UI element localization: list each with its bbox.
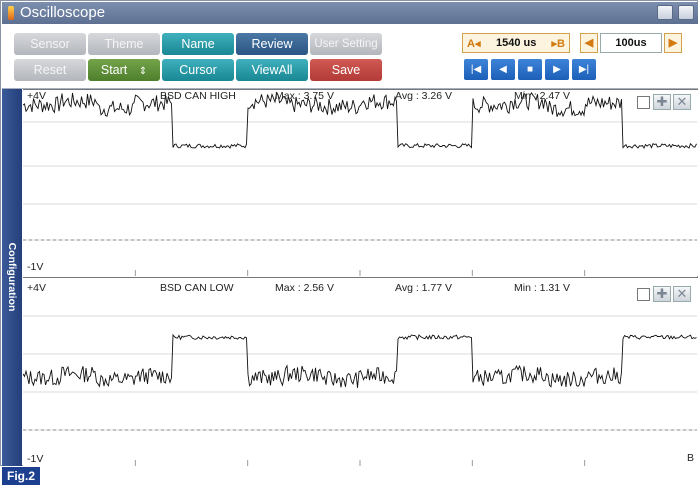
viewall-button[interactable]: ViewAll	[236, 59, 308, 81]
review-button[interactable]: Review	[236, 33, 308, 55]
channel-select-checkbox[interactable]	[637, 96, 650, 109]
theme-button[interactable]: Theme	[88, 33, 160, 55]
next-frame-button[interactable]: ▶	[545, 59, 569, 80]
can-high-waveform	[23, 92, 697, 149]
start-button[interactable]: Start ⇕	[88, 59, 160, 81]
min-readout: Min : 2.47 V	[514, 90, 571, 102]
add-icon[interactable]: ✚	[653, 286, 671, 302]
toolbar: Sensor Theme Name Review User Setting Re…	[2, 24, 698, 89]
figure-label: Fig.2	[2, 467, 40, 485]
cursor-button[interactable]: Cursor	[162, 59, 234, 81]
user-setting-button[interactable]: User Setting	[310, 33, 382, 55]
avg-readout: Avg : 3.26 V	[395, 90, 453, 102]
top-scale-label: +4V	[27, 282, 46, 294]
name-button[interactable]: Name	[162, 33, 234, 55]
stop-button[interactable]: ■	[518, 59, 542, 80]
time-ticks	[134, 270, 586, 276]
channel-select-checkbox[interactable]	[637, 288, 650, 301]
channel-panel-low[interactable]: +4V -1V BSD CAN LOW Max : 2.56 V Avg : 1…	[23, 277, 698, 466]
bottom-scale-label: -1V	[27, 261, 44, 273]
channel-name: BSD CAN HIGH	[160, 90, 236, 102]
window-title: Oscilloscope	[20, 4, 106, 21]
channel-panel-high[interactable]: +4V -1V BSD CAN HIGH Max : 3.75 V Avg : …	[23, 89, 698, 276]
save-button[interactable]: Save	[310, 59, 382, 81]
timebase-increase-button[interactable]: ▶	[664, 33, 682, 53]
max-readout: Max : 2.56 V	[275, 282, 334, 294]
timebase-field[interactable]: 100us	[600, 33, 662, 53]
grid	[23, 121, 697, 241]
configuration-sidebar[interactable]: Configuration	[2, 89, 22, 466]
add-icon[interactable]: ✚	[653, 94, 671, 110]
restore-icon[interactable]	[657, 5, 673, 20]
timebase-decrease-button[interactable]: ◀	[580, 33, 598, 53]
can-low-waveform	[23, 333, 697, 388]
oscilloscope-window: Oscilloscope Sensor Theme Name Review Us…	[0, 0, 698, 466]
title-bar: Oscilloscope	[2, 2, 698, 24]
last-frame-button[interactable]: ▶|	[572, 59, 596, 80]
cursor-a-label: A◂	[467, 38, 481, 50]
min-readout: Min : 1.31 V	[514, 282, 571, 294]
sensor-button[interactable]: Sensor	[14, 33, 86, 55]
bottom-scale-label: -1V	[27, 453, 44, 465]
menu-icon[interactable]	[678, 5, 694, 20]
top-scale-label: +4V	[27, 90, 46, 102]
app-icon	[8, 6, 14, 20]
cursor-time-field[interactable]: A◂ 1540 us ▸B	[462, 33, 570, 53]
reset-button[interactable]: Reset	[14, 59, 86, 81]
configuration-label: Configuration	[6, 242, 18, 312]
time-ticks	[134, 460, 586, 466]
first-frame-button[interactable]: |◀	[464, 59, 488, 80]
cursor-b-marker: B	[687, 452, 695, 464]
max-readout: Max : 3.75 V	[275, 90, 334, 102]
close-icon[interactable]: ✕	[673, 286, 691, 302]
channel-high-plot	[23, 92, 697, 276]
grid	[23, 315, 697, 431]
avg-readout: Avg : 1.77 V	[395, 282, 453, 294]
channel-name: BSD CAN LOW	[160, 282, 234, 294]
close-icon[interactable]: ✕	[673, 94, 691, 110]
previous-frame-button[interactable]: ◀	[491, 59, 515, 80]
start-arrows-icon: ⇕	[138, 66, 148, 77]
start-label: Start	[100, 63, 128, 77]
cursor-b-label: ▸B	[551, 38, 565, 50]
cursor-time-value: 1540 us	[496, 37, 537, 49]
channel-low-plot	[23, 315, 697, 466]
